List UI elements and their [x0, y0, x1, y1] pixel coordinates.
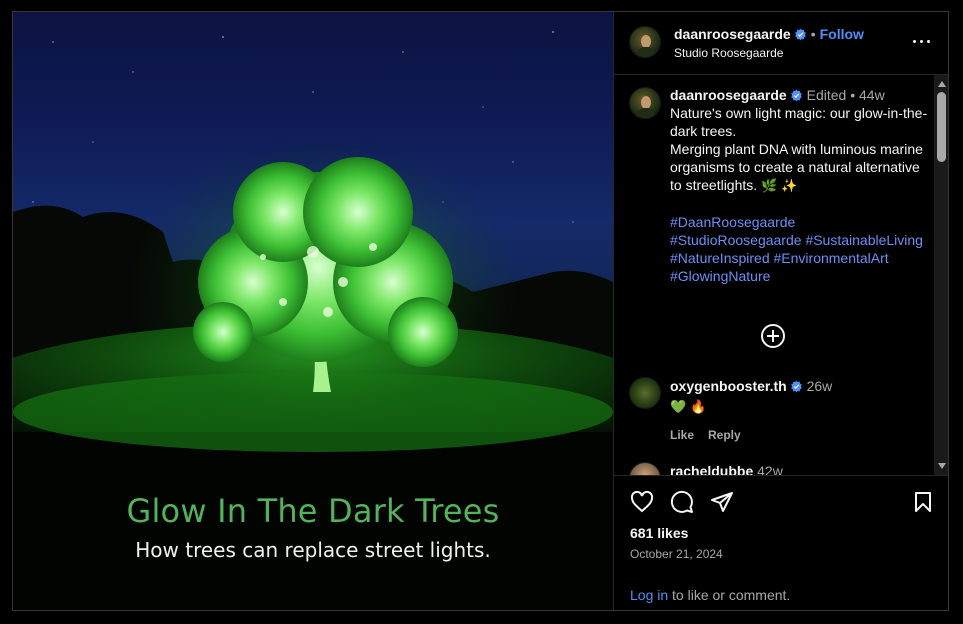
heart-icon[interactable] [630, 490, 654, 514]
comment-time[interactable]: 26w [807, 378, 833, 394]
scroll-down-arrow-icon[interactable] [938, 463, 946, 469]
caption-author-avatar[interactable] [629, 87, 661, 119]
comment-reply-button[interactable]: Reply [708, 428, 741, 442]
comment-username[interactable]: oxygenbooster.th [670, 378, 787, 394]
comment-time[interactable]: 42w [757, 463, 783, 475]
caption-username[interactable]: daanroosegaarde [670, 87, 787, 103]
header-subtitle[interactable]: Studio Roosegaarde [674, 46, 783, 60]
hashtags: #DaanRoosegaarde #StudioRoosegaarde #Sus… [670, 213, 930, 285]
hashtag-link[interactable]: #GlowingNature [670, 268, 770, 284]
paper-plane-icon[interactable] [710, 490, 734, 514]
comment-avatar[interactable] [629, 377, 661, 409]
caption-time[interactable]: 44w [859, 87, 885, 103]
verified-badge-icon [791, 89, 802, 102]
comment-item: racheldubbe 42w [670, 462, 930, 475]
scrollbar-thumb[interactable] [937, 92, 946, 162]
hashtag-link[interactable]: #StudioRoosegaarde [670, 232, 802, 248]
follow-button[interactable]: Follow [820, 26, 864, 42]
verified-badge-icon [795, 28, 806, 41]
login-prompt: Log in to like or comment. [614, 576, 948, 610]
caption-separator: • [850, 87, 856, 103]
load-more-comments-icon[interactable] [761, 324, 785, 348]
author-avatar[interactable] [629, 26, 661, 58]
hashtag-link[interactable]: #NatureInspired [670, 250, 770, 266]
comment-like-button[interactable]: Like [670, 428, 694, 442]
post-actions: 681 likes October 21, 2024 Log in to lik… [614, 475, 948, 610]
comments-scrollbar[interactable] [934, 75, 948, 475]
caption-line-1: Nature's own light magic: our glow-in-th… [670, 105, 928, 139]
comment-avatar[interactable] [629, 462, 661, 475]
caption: daanroosegaarde Edited • 44w Nature's ow… [670, 86, 930, 285]
sparkles-emoji: ✨ [781, 178, 798, 193]
likes-count[interactable]: 681 likes [630, 525, 688, 541]
more-horizontal-icon[interactable] [911, 34, 933, 50]
media-subtitle: How trees can replace street lights. [135, 538, 491, 562]
comment-item: oxygenbooster.th 26w 💚 🔥 Like Reply [670, 377, 930, 444]
login-rest-text: to like or comment. [668, 587, 791, 603]
comment-username[interactable]: racheldubbe [670, 463, 753, 475]
post-dialog: Glow In The Dark Trees How trees can rep… [12, 11, 949, 611]
caption-header: daanroosegaarde Edited • 44w [670, 86, 930, 104]
post-header: daanroosegaarde • Follow Studio Roosegaard… [614, 12, 948, 75]
hashtag-link[interactable]: #EnvironmentalArt [774, 250, 889, 266]
scroll-up-arrow-icon[interactable] [938, 81, 946, 87]
post-image[interactable]: Glow In The Dark Trees How trees can rep… [13, 12, 613, 610]
header-separator: • [810, 26, 816, 42]
login-link[interactable]: Log in [630, 587, 668, 603]
comments-scroll-area[interactable]: daanroosegaarde Edited • 44w Nature's ow… [614, 75, 948, 475]
verified-badge-icon [790, 380, 802, 393]
herb-emoji: 🌿 [761, 178, 778, 193]
caption-line-2: Merging plant DNA with luminous marine o… [670, 140, 930, 195]
hashtag-link[interactable]: #DaanRoosegaarde [670, 214, 795, 230]
comment-actions: Like Reply [670, 426, 930, 444]
media-title: Glow In The Dark Trees [126, 492, 500, 530]
post-date[interactable]: October 21, 2024 [630, 547, 723, 561]
bookmark-icon[interactable] [911, 490, 935, 514]
hashtag-link[interactable]: #SustainableLiving [805, 232, 923, 248]
edited-label: Edited [806, 87, 847, 103]
fire-emoji: 🔥 [690, 399, 707, 414]
comment-icon[interactable] [670, 490, 694, 514]
header-username[interactable]: daanroosegaarde [674, 26, 791, 42]
green-heart-emoji: 💚 [670, 399, 687, 414]
login-prompt-text: Log in to like or comment. [630, 587, 790, 603]
post-side-panel: daanroosegaarde • Follow Studio Roosegaard… [613, 12, 948, 610]
header-username-row: daanroosegaarde • Follow [674, 26, 864, 42]
